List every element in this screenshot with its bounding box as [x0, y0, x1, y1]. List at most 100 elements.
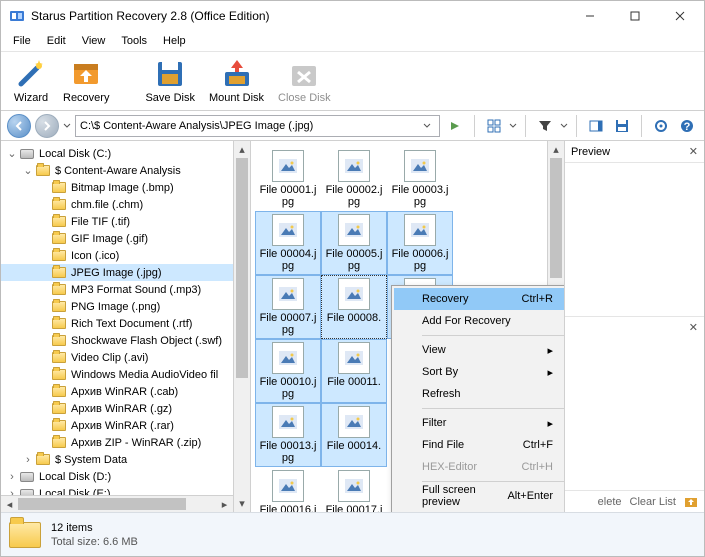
tree-scrollbar[interactable]: ▴ ▾ [233, 141, 250, 512]
menu-item[interactable]: Filter▸ [394, 412, 564, 434]
file-item[interactable]: File 00014. [321, 403, 387, 467]
menu-item[interactable]: Properties [394, 507, 564, 512]
preview-close-button[interactable]: ✕ [689, 145, 698, 158]
scroll-up-icon[interactable]: ▴ [234, 141, 250, 158]
file-item[interactable]: File 00005.jpg [321, 211, 387, 275]
tree-item[interactable]: Архив WinRAR (.cab) [1, 383, 250, 400]
recovery-list-close-button[interactable]: ✕ [689, 321, 698, 334]
nav-back-button[interactable] [7, 114, 31, 138]
file-item[interactable]: File 00001.jpg [255, 147, 321, 211]
menu-edit[interactable]: Edit [39, 33, 74, 49]
scroll-up-icon[interactable]: ▴ [548, 141, 564, 158]
menu-item[interactable]: Sort By▸ [394, 361, 564, 383]
preview-panel-button[interactable] [585, 115, 607, 137]
file-label: File 00010.jpg [258, 376, 318, 400]
recovery-list-body [565, 338, 704, 491]
tree-item[interactable]: Shockwave Flash Object (.swf) [1, 332, 250, 349]
tree-item[interactable]: MP3 Format Sound (.mp3) [1, 281, 250, 298]
tree-item[interactable]: Архив WinRAR (.rar) [1, 417, 250, 434]
scroll-thumb[interactable] [550, 158, 562, 278]
tree-item[interactable]: GIF Image (.gif) [1, 230, 250, 247]
tree-item[interactable]: Windows Media AudioVideo fil [1, 366, 250, 383]
file-item[interactable]: File 00008. [321, 275, 387, 339]
file-item[interactable]: File 00011. [321, 339, 387, 403]
folder-icon [35, 452, 51, 468]
scroll-right-icon[interactable]: ▸ [216, 498, 233, 511]
scroll-thumb[interactable] [236, 158, 248, 378]
filter-dropdown-icon[interactable] [560, 122, 568, 130]
menu-item[interactable]: View▸ [394, 339, 564, 361]
expand-icon[interactable]: › [21, 454, 35, 466]
menu-view[interactable]: View [74, 33, 114, 49]
file-item[interactable]: File 00010.jpg [255, 339, 321, 403]
menu-item[interactable]: RecoveryCtrl+R [394, 288, 564, 310]
tree-item[interactable]: Архив WinRAR (.gz) [1, 400, 250, 417]
filter-button[interactable] [534, 115, 556, 137]
recovery-button[interactable]: Recovery [57, 54, 115, 108]
close-disk-button[interactable]: Close Disk [272, 54, 337, 108]
close-button[interactable] [657, 2, 702, 30]
minimize-button[interactable] [567, 2, 612, 30]
options-button[interactable] [650, 115, 672, 137]
menu-item[interactable]: Add For Recovery [394, 310, 564, 332]
file-item[interactable]: File 00003.jpg [387, 147, 453, 211]
file-item[interactable]: File 00016.jpg [255, 467, 321, 512]
tree-item-content-aware[interactable]: ⌄$ Content-Aware Analysis [1, 162, 250, 179]
tree-item[interactable]: chm.file (.chm) [1, 196, 250, 213]
menu-help[interactable]: Help [155, 33, 194, 49]
menu-item[interactable]: Find FileCtrl+F [394, 434, 564, 456]
disk-icon [19, 469, 35, 485]
view-mode-button[interactable] [483, 115, 505, 137]
nav-forward-button[interactable] [35, 114, 59, 138]
status-item-count: 12 items [51, 522, 138, 534]
file-item[interactable]: File 00004.jpg [255, 211, 321, 275]
file-item[interactable]: File 00002.jpg [321, 147, 387, 211]
menu-item[interactable]: Refresh [394, 383, 564, 405]
svg-text:?: ? [684, 121, 691, 133]
file-item[interactable]: File 00007.jpg [255, 275, 321, 339]
save-button[interactable] [611, 115, 633, 137]
tree-item-system-data[interactable]: ›$ System Data [1, 451, 250, 468]
file-item[interactable]: File 00017.jpg [321, 467, 387, 512]
tree-item[interactable]: Video Clip (.avi) [1, 349, 250, 366]
nav-history-dropdown-icon[interactable] [63, 122, 71, 130]
scroll-left-icon[interactable]: ◂ [1, 498, 18, 511]
delete-link[interactable]: elete [598, 496, 622, 508]
wizard-button[interactable]: Wizard [7, 54, 55, 108]
tree-item[interactable]: File TIF (.tif) [1, 213, 250, 230]
file-item[interactable]: File 00006.jpg [387, 211, 453, 275]
menu-tools[interactable]: Tools [113, 33, 155, 49]
expand-icon[interactable]: ⌄ [5, 147, 19, 160]
menu-file[interactable]: File [5, 33, 39, 49]
tree-item-local-disk-d[interactable]: ›Local Disk (D:) [1, 468, 250, 485]
tree-item[interactable]: Архив ZIP - WinRAR (.zip) [1, 434, 250, 451]
tree-item-label: File TIF (.tif) [71, 216, 130, 228]
view-mode-dropdown-icon[interactable] [509, 122, 517, 130]
tree-item[interactable]: PNG Image (.png) [1, 298, 250, 315]
tree-hscrollbar[interactable]: ◂ ▸ [1, 495, 233, 512]
recover-all-icon[interactable] [684, 495, 698, 509]
address-dropdown-icon[interactable] [419, 122, 435, 130]
clear-list-link[interactable]: Clear List [630, 496, 676, 508]
expand-icon[interactable]: › [5, 471, 19, 483]
save-disk-button[interactable]: Save Disk [139, 54, 201, 108]
file-label: File 00011. [327, 376, 381, 388]
mount-disk-button[interactable]: Mount Disk [203, 54, 270, 108]
expand-icon[interactable]: ⌄ [21, 164, 35, 177]
tree-item[interactable]: Icon (.ico) [1, 247, 250, 264]
menu-item[interactable]: Full screen previewAlt+Enter [394, 485, 564, 507]
maximize-button[interactable] [612, 2, 657, 30]
address-field[interactable] [75, 115, 440, 137]
tree-item[interactable]: JPEG Image (.jpg) [1, 264, 250, 281]
folder-icon [51, 418, 67, 434]
go-button[interactable] [444, 115, 466, 137]
file-item[interactable]: File 00013.jpg [255, 403, 321, 467]
help-button[interactable]: ? [676, 115, 698, 137]
tree-item[interactable]: Rich Text Document (.rtf) [1, 315, 250, 332]
file-label: File 00007.jpg [258, 312, 318, 336]
scroll-down-icon[interactable]: ▾ [234, 495, 250, 512]
address-input[interactable] [80, 120, 419, 132]
hscroll-thumb[interactable] [18, 498, 186, 510]
tree-item[interactable]: Bitmap Image (.bmp) [1, 179, 250, 196]
tree-item-local-disk-c[interactable]: ⌄Local Disk (C:) [1, 145, 250, 162]
